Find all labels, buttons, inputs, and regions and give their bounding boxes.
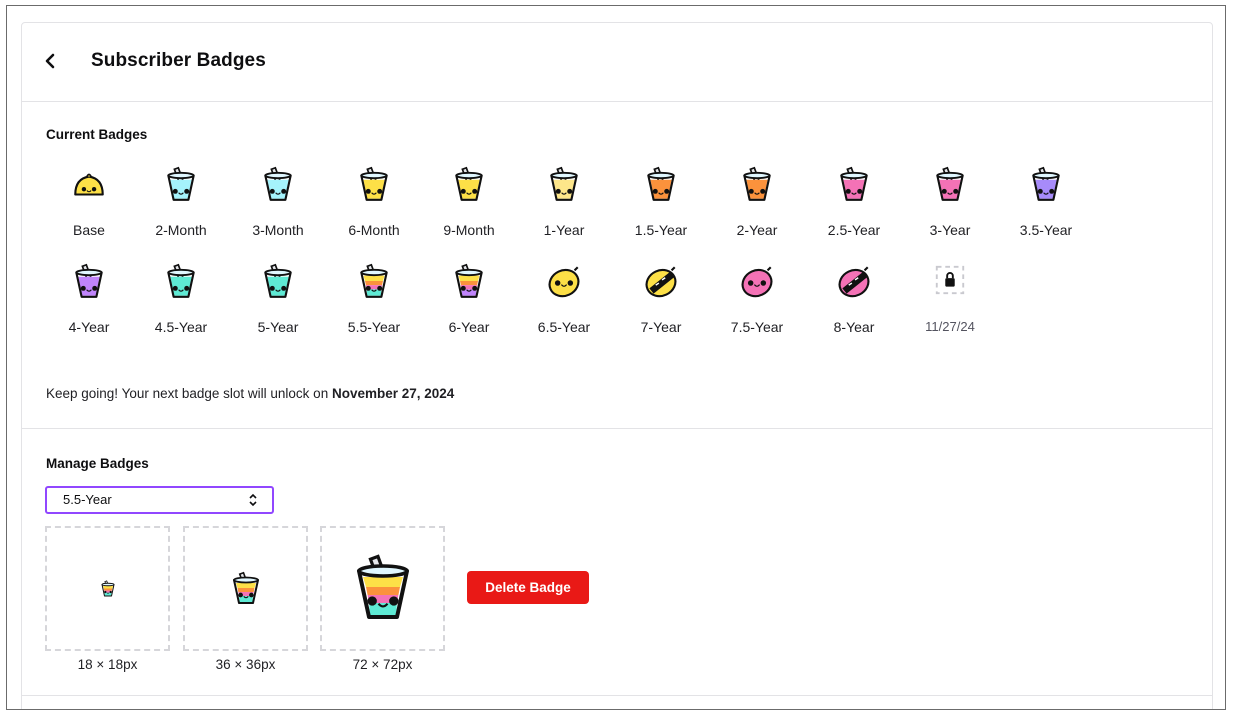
preview-size-label: 18 × 18px <box>77 657 138 672</box>
badge-item[interactable]: 3-Month <box>229 166 327 238</box>
delete-badge-button[interactable]: Delete Badge <box>467 571 589 604</box>
rainbow-cup-badge-icon <box>356 553 409 619</box>
badge-label: Base <box>73 222 105 238</box>
badge-item[interactable]: 7-Year <box>612 263 710 335</box>
badge-item[interactable]: 4-Year <box>40 263 138 335</box>
bottom-divider <box>22 695 1212 696</box>
badge-item[interactable]: 4.5-Year <box>132 263 230 335</box>
cup-badge-icon <box>612 166 710 204</box>
badge-item[interactable]: 9-Month <box>420 166 518 238</box>
page-title: Subscriber Badges <box>91 50 266 71</box>
cup-badge-icon <box>132 263 230 301</box>
unlock-note-text: Keep going! Your next badge slot will un… <box>46 386 332 401</box>
cup-badge-icon <box>420 263 518 301</box>
badge-label: 6-Month <box>348 222 400 238</box>
rainbow-cup-badge-icon <box>101 579 114 596</box>
badge-label: 6.5-Year <box>537 319 591 335</box>
badge-item[interactable]: 1-Year <box>515 166 613 238</box>
badge-label: 1.5-Year <box>634 222 688 238</box>
cup-badge-icon <box>40 263 138 301</box>
badge-label: 4-Year <box>68 319 110 335</box>
badge-label: 2-Year <box>736 222 778 238</box>
badge-select[interactable]: 5.5-Year <box>45 486 274 514</box>
lemon-badge-icon <box>515 263 613 301</box>
badge-item[interactable]: Base <box>40 166 138 238</box>
badge-item[interactable]: 2-Year <box>708 166 806 238</box>
badge-preview-18 <box>45 526 170 651</box>
unlock-date: November 27, 2024 <box>331 386 455 401</box>
select-chevron-icon <box>248 488 258 521</box>
badge-label: 5-Year <box>257 319 299 335</box>
badge-label: 7-Year <box>640 319 682 335</box>
current-badges-title: Current Badges <box>46 127 148 142</box>
badge-item[interactable]: 8-Year <box>805 263 903 335</box>
badge-item[interactable]: 5-Year <box>229 263 327 335</box>
cup-badge-icon <box>515 166 613 204</box>
badge-label: 2-Month <box>155 222 207 238</box>
badge-item[interactable]: 2-Month <box>132 166 230 238</box>
badge-label: 6-Year <box>448 319 490 335</box>
badge-item[interactable]: 3-Year <box>901 166 999 238</box>
badge-item[interactable]: 7.5-Year <box>708 263 806 335</box>
badge-item[interactable]: 3.5-Year <box>997 166 1095 238</box>
cup-badge-icon <box>805 166 903 204</box>
lemon-badge-icon <box>40 166 138 204</box>
locked-badge-slot: 11/27/24 <box>901 263 999 334</box>
badge-label: 3.5-Year <box>1019 222 1073 238</box>
cup-badge-icon <box>420 166 518 204</box>
chevron-left-icon[interactable] <box>42 51 58 71</box>
badge-preview-36 <box>183 526 308 651</box>
badge-label: 8-Year <box>833 319 875 335</box>
panel-header: Subscriber Badges <box>22 23 1212 102</box>
cup-badge-icon <box>708 166 806 204</box>
cup-badge-icon <box>325 166 423 204</box>
badge-item[interactable]: 5.5-Year <box>325 263 423 335</box>
badge-preview-72 <box>320 526 445 651</box>
badge-item[interactable]: 6.5-Year <box>515 263 613 335</box>
badge-select-value: 5.5-Year <box>63 492 112 507</box>
badges-panel: Subscriber Badges Current Badges Base 2-… <box>21 22 1213 709</box>
cup-badge-icon <box>229 263 327 301</box>
section-divider <box>22 428 1212 429</box>
cup-badge-icon <box>325 263 423 301</box>
lemon-badge-icon <box>708 263 806 301</box>
window-frame: Subscriber Badges Current Badges Base 2-… <box>6 5 1226 710</box>
lemon-badge-icon <box>612 263 710 301</box>
lemon-badge-icon <box>805 263 903 301</box>
badge-item[interactable]: 1.5-Year <box>612 166 710 238</box>
badge-label: 11/27/24 <box>925 319 975 334</box>
lock-icon <box>901 263 999 297</box>
badge-label: 3-Month <box>252 222 304 238</box>
badge-item[interactable]: 6-Month <box>325 166 423 238</box>
cup-badge-icon <box>132 166 230 204</box>
badge-item[interactable]: 2.5-Year <box>805 166 903 238</box>
badge-label: 4.5-Year <box>154 319 208 335</box>
badge-label: 3-Year <box>929 222 971 238</box>
badge-label: 7.5-Year <box>730 319 784 335</box>
cup-badge-icon <box>997 166 1095 204</box>
badge-label: 9-Month <box>443 222 495 238</box>
badge-label: 5.5-Year <box>347 319 401 335</box>
rainbow-cup-badge-icon <box>232 571 259 604</box>
cup-badge-icon <box>901 166 999 204</box>
badge-label: 1-Year <box>543 222 585 238</box>
badge-item[interactable]: 6-Year <box>420 263 518 335</box>
cup-badge-icon <box>229 166 327 204</box>
preview-size-label: 72 × 72px <box>352 657 413 672</box>
manage-badges-title: Manage Badges <box>46 456 149 471</box>
badge-label: 2.5-Year <box>827 222 881 238</box>
preview-size-label: 36 × 36px <box>215 657 276 672</box>
unlock-note: Keep going! Your next badge slot will un… <box>46 386 454 401</box>
